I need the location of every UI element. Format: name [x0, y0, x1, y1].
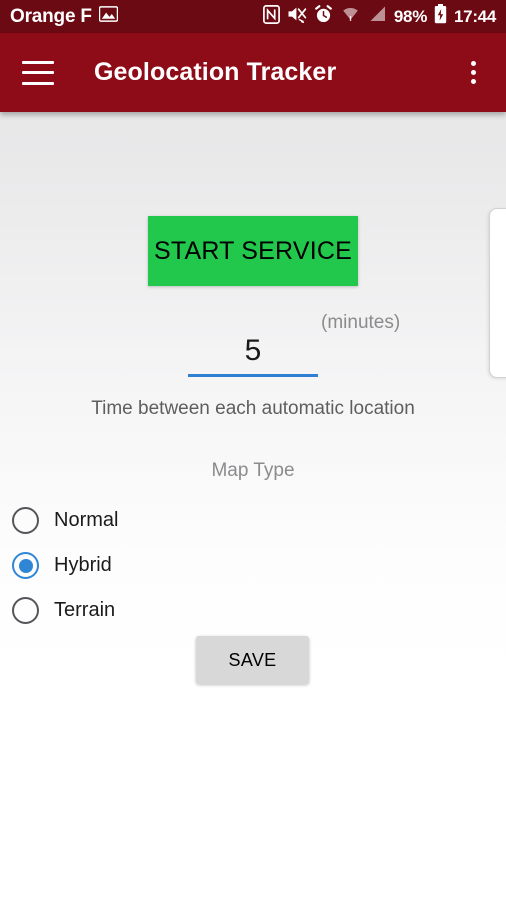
radio-icon-hybrid[interactable]: [12, 552, 39, 579]
map-type-radio-group: Normal Hybrid Terrain: [12, 498, 118, 633]
minutes-unit-label: (minutes): [321, 312, 401, 333]
radio-label-terrain: Terrain: [54, 599, 116, 621]
status-bar-right: 98% 17:44: [262, 4, 496, 29]
battery-percent-label: 98%: [393, 6, 428, 26]
cellular-signal-icon: [368, 5, 387, 28]
status-bar-left: Orange F: [10, 5, 119, 28]
interval-helper-text: Time between each automatic location: [91, 398, 415, 419]
radio-option-terrain[interactable]: Terrain: [12, 588, 118, 633]
status-bar: Orange F 98% 17:44: [0, 0, 506, 33]
radio-label-normal: Normal: [54, 509, 119, 531]
map-type-title: Map Type: [211, 460, 295, 481]
page-title: Geolocation Tracker: [94, 58, 337, 86]
more-vertical-icon[interactable]: [460, 58, 486, 88]
save-button[interactable]: SAVE: [196, 636, 309, 684]
radio-option-hybrid[interactable]: Hybrid: [12, 543, 118, 588]
image-icon: [98, 6, 119, 27]
carrier-label: Orange F: [10, 5, 92, 27]
interval-field: [188, 334, 318, 377]
app-bar: Geolocation Tracker: [0, 33, 506, 112]
radio-label-hybrid: Hybrid: [54, 554, 112, 576]
wifi-icon: [340, 5, 361, 28]
battery-charging-icon: [434, 4, 447, 29]
app-screen: Orange F 98% 17:44 Geolocation Tracker S…: [0, 0, 506, 900]
interval-underline: [188, 374, 318, 377]
radio-icon-normal[interactable]: [12, 507, 39, 534]
main-content: START SERVICE (minutes) Time between eac…: [0, 112, 506, 900]
radio-option-normal[interactable]: Normal: [12, 498, 118, 543]
clock-label: 17:44: [454, 6, 496, 26]
volume-mute-icon: [287, 5, 307, 28]
hamburger-menu-icon[interactable]: [22, 60, 54, 85]
radio-icon-terrain[interactable]: [12, 597, 39, 624]
interval-input[interactable]: [188, 334, 318, 374]
alarm-icon: [314, 4, 333, 29]
start-service-button[interactable]: START SERVICE: [148, 216, 358, 286]
nfc-icon: [262, 4, 280, 29]
